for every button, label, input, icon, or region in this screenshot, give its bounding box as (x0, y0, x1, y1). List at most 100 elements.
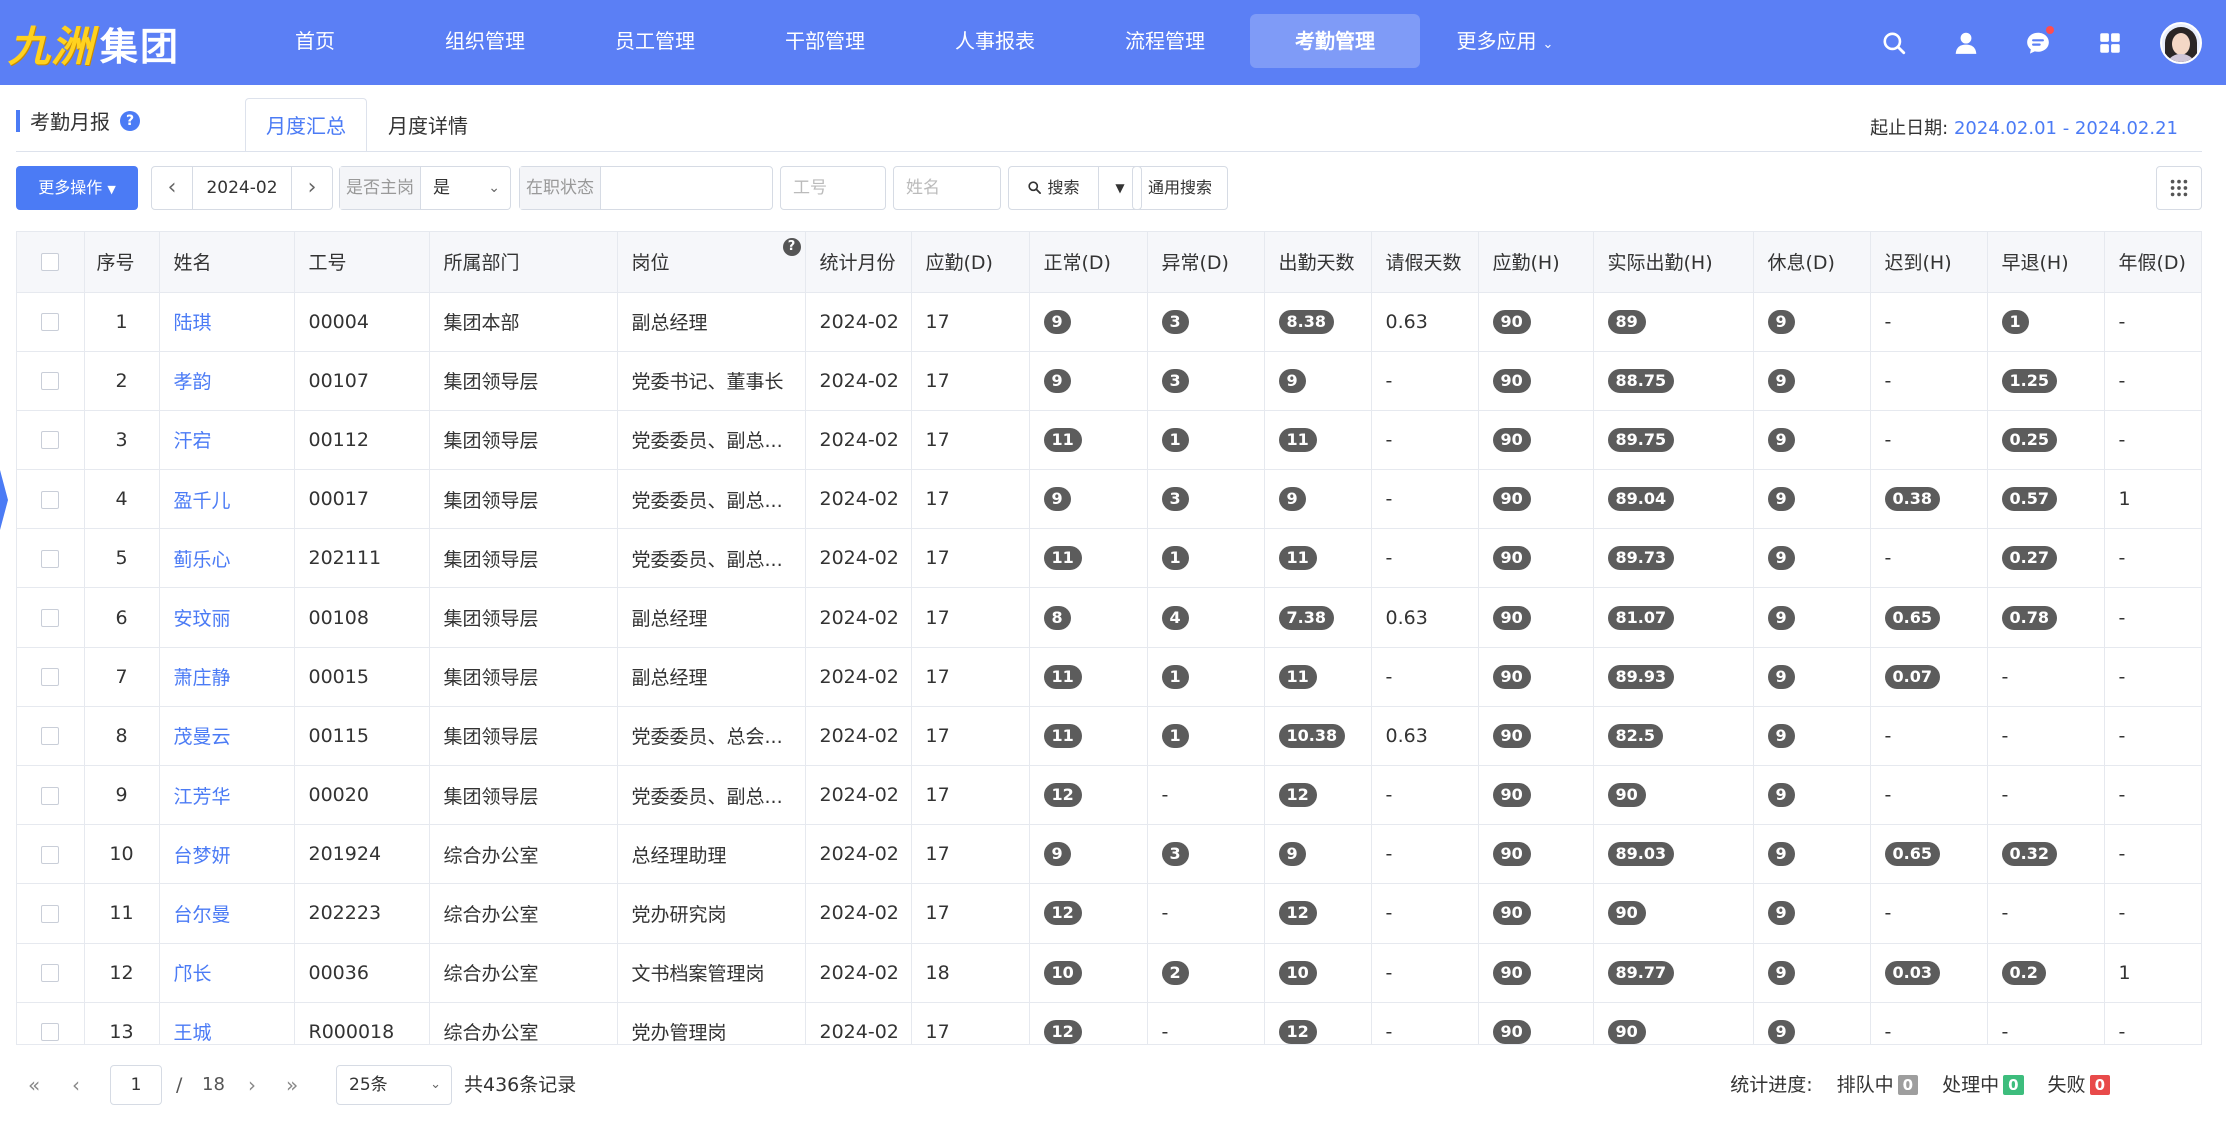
row-checkbox[interactable] (41, 490, 60, 509)
company-logo[interactable]: 九洲 集团 (8, 16, 180, 71)
employee-name-link[interactable]: 盈千儿 (174, 490, 231, 512)
column-header-15[interactable]: 早退(H) (1987, 232, 2105, 293)
table-row[interactable]: 12 邝长 00036 综合办公室 文书档案管理岗 2024-02 18 10 2 10 - 90 89… (17, 943, 2201, 1003)
cell-abnormal-d: 1 (1147, 647, 1265, 707)
row-checkbox[interactable] (41, 313, 60, 332)
table-row[interactable]: 1 陆琪 00004 集团本部 副总经理 2024-02 17 9 3 8.38 0.63 90 89 9… (17, 292, 2201, 352)
last-page-button[interactable]: » (286, 1065, 298, 1105)
nav-item-0[interactable]: 首页 (230, 14, 400, 68)
nav-item-5[interactable]: 流程管理 (1080, 14, 1250, 68)
employee-name-link[interactable]: 邝长 (174, 963, 212, 985)
side-collapse-handle[interactable] (0, 470, 8, 530)
employee-name-link[interactable]: 安玟丽 (174, 608, 231, 630)
row-checkbox[interactable] (41, 668, 60, 687)
tab-monthly-summary[interactable]: 月度汇总 (245, 98, 367, 152)
nav-item-7[interactable]: 更多应用 ⌄ (1420, 14, 1590, 68)
employee-name-link[interactable]: 台尔曼 (174, 904, 231, 926)
employment-status-field[interactable]: 在职状态 (519, 166, 773, 210)
row-checkbox[interactable] (41, 609, 60, 628)
row-checkbox[interactable] (41, 727, 60, 746)
column-header-16[interactable]: 年假(D) (2104, 232, 2201, 293)
employee-name-link[interactable]: 陆琪 (174, 312, 212, 334)
name-field[interactable] (893, 166, 1001, 210)
table-row[interactable]: 4 盈千儿 00017 集团领导层 党委委员、副总... 2024-02 17 9 3 9 - 90 8… (17, 469, 2201, 530)
column-header-12[interactable]: 实际出勤(H) (1593, 232, 1754, 293)
employee-name-link[interactable]: 蓟乐心 (174, 549, 231, 571)
employee-name-link[interactable]: 萧庄静 (174, 667, 231, 689)
column-header-8[interactable]: 异常(D) (1147, 232, 1265, 293)
page-number-input[interactable]: 1 (110, 1065, 162, 1105)
column-header-11[interactable]: 应勤(H) (1478, 232, 1594, 293)
column-header-14[interactable]: 迟到(H) (1870, 232, 1988, 293)
search-icon[interactable] (1858, 0, 1930, 85)
cell-normal-d: 11 (1029, 528, 1148, 589)
tab-monthly-detail[interactable]: 月度详情 (367, 98, 489, 152)
apps-grid-icon[interactable] (2074, 0, 2146, 85)
next-month-button[interactable]: › (292, 167, 332, 209)
column-header-6[interactable]: 应勤(D) (911, 232, 1030, 293)
general-search-button[interactable]: 通用搜索 (1132, 166, 1228, 210)
select-all-checkbox[interactable] (41, 253, 60, 272)
help-icon[interactable]: ? (782, 238, 801, 256)
column-header-9[interactable]: 出勤天数 (1264, 232, 1372, 293)
column-header-7[interactable]: 正常(D) (1029, 232, 1148, 293)
table-row[interactable]: 6 安玟丽 00108 集团领导层 副总经理 2024-02 17 8 4 7.38 0.63 90 8… (17, 587, 2201, 648)
row-checkbox[interactable] (41, 786, 60, 805)
row-checkbox[interactable] (41, 372, 60, 391)
table-row[interactable]: 10 台梦妍 201924 综合办公室 总经理助理 2024-02 17 9 3 9 - 90 89.0… (17, 824, 2201, 885)
cell-normal-d: 12 (1029, 883, 1148, 944)
more-operations-button[interactable]: 更多操作 ▼ (16, 166, 138, 210)
employee-no-field[interactable] (780, 166, 886, 210)
table-row[interactable]: 13 王城 R000018 综合办公室 党办管理岗 2024-02 17 12 - 12 - 90 90… (17, 1002, 2201, 1044)
column-settings-button[interactable] (2156, 166, 2202, 210)
column-header-10[interactable]: 请假天数 (1371, 232, 1479, 293)
row-checkbox[interactable] (41, 431, 60, 450)
row-checkbox[interactable] (41, 964, 60, 983)
employee-name-link[interactable]: 江芳华 (174, 786, 231, 808)
column-header-0[interactable]: 序号 (84, 232, 160, 293)
nav-item-label: 员工管理 (615, 29, 695, 53)
nav-item-3[interactable]: 干部管理 (740, 14, 910, 68)
employee-name-link[interactable]: 王城 (174, 1022, 212, 1044)
column-header-13[interactable]: 休息(D) (1753, 232, 1871, 293)
is-main-post-select[interactable]: 是否主岗 是 ⌄ (339, 166, 511, 210)
column-header-4[interactable]: 岗位? (617, 232, 806, 293)
user-icon[interactable] (1930, 0, 2002, 85)
message-icon[interactable] (2002, 0, 2074, 85)
employee-name-link[interactable]: 台梦妍 (174, 845, 231, 867)
row-checkbox[interactable] (41, 1023, 60, 1042)
table-row[interactable]: 11 台尔曼 202223 综合办公室 党办研究岗 2024-02 17 12 - 12 - 90 90… (17, 883, 2201, 944)
column-header-5[interactable]: 统计月份 (805, 232, 912, 293)
cell-dept: 集团领导层 (429, 410, 618, 471)
employee-name-link[interactable]: 茂曼云 (174, 726, 231, 748)
page-size-select[interactable]: 25条 ⌄ (336, 1065, 452, 1105)
row-checkbox[interactable] (41, 549, 60, 568)
search-button[interactable]: 搜索 (1009, 167, 1099, 209)
nav-item-6[interactable]: 考勤管理 (1250, 14, 1420, 68)
table-row[interactable]: 2 孝韵 00107 集团领导层 党委书记、董事长 2024-02 17 9 3 9 - 90 88.7… (17, 351, 2201, 411)
table-row[interactable]: 7 萧庄静 00015 集团领导层 副总经理 2024-02 17 11 1 11-90 89.93… (17, 647, 2201, 707)
employee-name-link[interactable]: 孝韵 (174, 371, 212, 393)
table-row[interactable]: 5 蓟乐心 202111 集团领导层 党委委员、副总... 2024-02 17 11 1 11-… (17, 528, 2201, 589)
name-input[interactable] (894, 167, 1000, 209)
next-page-button[interactable]: › (248, 1065, 256, 1105)
help-icon[interactable]: ? (120, 110, 140, 131)
column-header-2[interactable]: 工号 (294, 232, 430, 293)
column-header-3[interactable]: 所属部门 (429, 232, 618, 293)
row-checkbox[interactable] (41, 904, 60, 923)
prev-month-button[interactable]: ‹ (152, 167, 192, 209)
nav-item-1[interactable]: 组织管理 (400, 14, 570, 68)
month-value[interactable]: 2024-02 (192, 167, 292, 209)
first-page-button[interactable]: « (28, 1065, 40, 1105)
employee-name-link[interactable]: 汗宕 (174, 430, 212, 452)
nav-item-2[interactable]: 员工管理 (570, 14, 740, 68)
table-row[interactable]: 8 茂曼云 00115 集团领导层 党委委员、总会... 2024-02 17 11 1 10.3… (17, 706, 2201, 767)
nav-item-4[interactable]: 人事报表 (910, 14, 1080, 68)
table-row[interactable]: 9 江芳华 00020 集团领导层 党委委员、副总... 2024-02 17 12 - 12 - 9… (17, 765, 2201, 826)
employee-no-input[interactable] (781, 167, 885, 209)
column-header-1[interactable]: 姓名 (159, 232, 295, 293)
user-avatar[interactable] (2160, 21, 2202, 64)
table-row[interactable]: 3 汗宕 00112 集团领导层 党委委员、副总... 2024-02 17 11 1 11-90… (17, 410, 2201, 471)
row-checkbox[interactable] (41, 845, 60, 864)
prev-page-button[interactable]: ‹ (72, 1065, 80, 1105)
